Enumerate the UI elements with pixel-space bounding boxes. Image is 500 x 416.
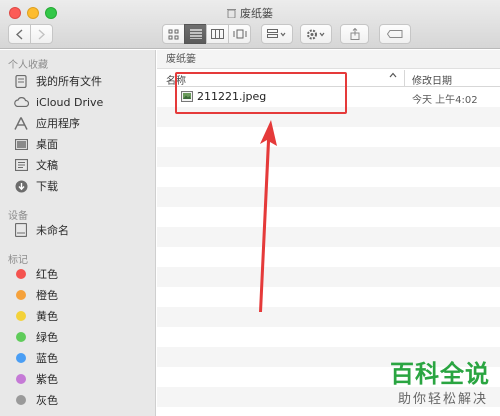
- empty-row: [157, 267, 500, 287]
- sidebar-item-label: 桌面: [36, 138, 58, 151]
- gear-icon: [307, 29, 325, 39]
- tag-color-dot-icon: [11, 269, 31, 279]
- empty-row: [157, 207, 500, 227]
- toolbar: 废纸篓: [0, 0, 500, 49]
- sidebar-item-label: 绿色: [36, 331, 58, 344]
- empty-row: [157, 287, 500, 307]
- empty-row: [157, 327, 500, 347]
- sidebar-item-label: 紫色: [36, 373, 58, 386]
- back-button[interactable]: [8, 24, 31, 44]
- sidebar-tag-red[interactable]: 红色: [0, 264, 155, 284]
- tag-color-dot-icon: [11, 332, 31, 342]
- sidebar-item-documents[interactable]: 文稿: [0, 155, 155, 175]
- share-button[interactable]: [340, 24, 369, 44]
- sidebar-item-label: 灰色: [36, 394, 58, 407]
- grid-icon: [168, 29, 179, 39]
- desktop-icon: [11, 138, 31, 150]
- sidebar-item-desktop[interactable]: 桌面: [0, 134, 155, 154]
- documents-icon: [11, 159, 31, 171]
- path-bar: 废纸篓: [157, 50, 500, 69]
- chevron-left-icon: [16, 28, 23, 40]
- sidebar-item-icloud[interactable]: iCloud Drive: [0, 92, 155, 112]
- empty-row: [157, 247, 500, 267]
- view-mode-group: [162, 24, 251, 44]
- columns-icon: [211, 29, 224, 39]
- applications-icon: [11, 116, 31, 130]
- blue-dot-icon: [16, 353, 26, 363]
- gray-dot-icon: [16, 395, 26, 405]
- tag-color-dot-icon: [11, 353, 31, 363]
- tag-button[interactable]: [379, 24, 411, 44]
- green-dot-icon: [16, 332, 26, 342]
- file-date-modified: 今天 上午4:02: [412, 95, 478, 106]
- empty-row: [157, 227, 500, 247]
- sidebar-item-label: 我的所有文件: [36, 75, 102, 88]
- sidebar-item-label: iCloud Drive: [36, 95, 104, 109]
- share-icon: [350, 28, 359, 40]
- icon-view-button[interactable]: [162, 24, 185, 44]
- sidebar-item-downloads[interactable]: 下载: [0, 176, 155, 196]
- cloud-icon: [11, 97, 31, 107]
- empty-row: [157, 187, 500, 207]
- sidebar-item-applications[interactable]: 应用程序: [0, 113, 155, 133]
- sidebar-item-label: 文稿: [36, 159, 58, 172]
- tag-color-dot-icon: [11, 290, 31, 300]
- sidebar-tag-orange[interactable]: 橙色: [0, 285, 155, 305]
- sidebar-item-label: 红色: [36, 268, 58, 281]
- empty-row: [157, 167, 500, 187]
- arrange-icon: [267, 29, 286, 38]
- sidebar-tag-blue[interactable]: 蓝色: [0, 348, 155, 368]
- sort-ascending-icon[interactable]: [389, 71, 397, 81]
- tag-color-dot-icon: [11, 395, 31, 405]
- empty-row: [157, 307, 500, 327]
- red-dot-icon: [16, 269, 26, 279]
- column-view-button[interactable]: [206, 24, 229, 44]
- tag-icon: [387, 30, 403, 38]
- orange-dot-icon: [16, 290, 26, 300]
- sidebar: 个人收藏 我的所有文件 iCloud Drive 应用程序 桌面 文稿 下载 设…: [0, 50, 156, 416]
- forward-button[interactable]: [30, 24, 53, 44]
- sidebar-item-all-files[interactable]: 我的所有文件: [0, 71, 155, 91]
- window-title: 废纸篓: [0, 5, 500, 21]
- list-icon: [189, 29, 202, 39]
- disk-icon: [11, 223, 31, 237]
- downloads-icon: [11, 180, 31, 193]
- chevron-right-icon: [38, 28, 45, 40]
- sidebar-item-label: 黄色: [36, 310, 58, 323]
- window-title-text: 废纸篓: [240, 7, 273, 20]
- watermark-title: 百科全说: [390, 360, 490, 388]
- sidebar-tag-gray[interactable]: 灰色: [0, 390, 155, 410]
- all-files-icon: [11, 74, 31, 88]
- action-button[interactable]: [300, 24, 332, 44]
- yellow-dot-icon: [16, 311, 26, 321]
- cover-flow-button[interactable]: [228, 24, 251, 44]
- purple-dot-icon: [16, 374, 26, 384]
- empty-row: [157, 127, 500, 147]
- sidebar-item-device[interactable]: 未命名: [0, 220, 155, 240]
- watermark-logo: 百科全说 助你轻松解决: [368, 350, 500, 416]
- sidebar-item-label: 蓝色: [36, 352, 58, 365]
- tag-color-dot-icon: [11, 311, 31, 321]
- sidebar-tag-yellow[interactable]: 黄色: [0, 306, 155, 326]
- sidebar-item-label: 橙色: [36, 289, 58, 302]
- column-divider[interactable]: [404, 70, 405, 87]
- finder-window: 废纸篓 个人收藏 我的所有文件 iCloud Drive 应用程序 桌面 文稿 …: [0, 0, 500, 416]
- cover-flow-icon: [233, 29, 246, 39]
- column-header-date[interactable]: 修改日期: [412, 72, 452, 87]
- annotation-arrow-icon: [259, 120, 277, 312]
- sidebar-section-favorites: 个人收藏: [8, 60, 48, 71]
- list-view-button[interactable]: [184, 24, 207, 44]
- watermark-subtitle: 助你轻松解决: [397, 392, 488, 407]
- sidebar-tag-purple[interactable]: 紫色: [0, 369, 155, 389]
- empty-row: [157, 147, 500, 167]
- tag-color-dot-icon: [11, 374, 31, 384]
- annotation-highlight-box: [175, 72, 347, 114]
- sidebar-item-label: 下载: [36, 180, 58, 193]
- sidebar-item-label: 未命名: [36, 224, 69, 237]
- arrange-button[interactable]: [261, 24, 293, 44]
- trash-icon: [227, 8, 236, 21]
- sidebar-item-label: 应用程序: [36, 117, 80, 130]
- sidebar-tag-green[interactable]: 绿色: [0, 327, 155, 347]
